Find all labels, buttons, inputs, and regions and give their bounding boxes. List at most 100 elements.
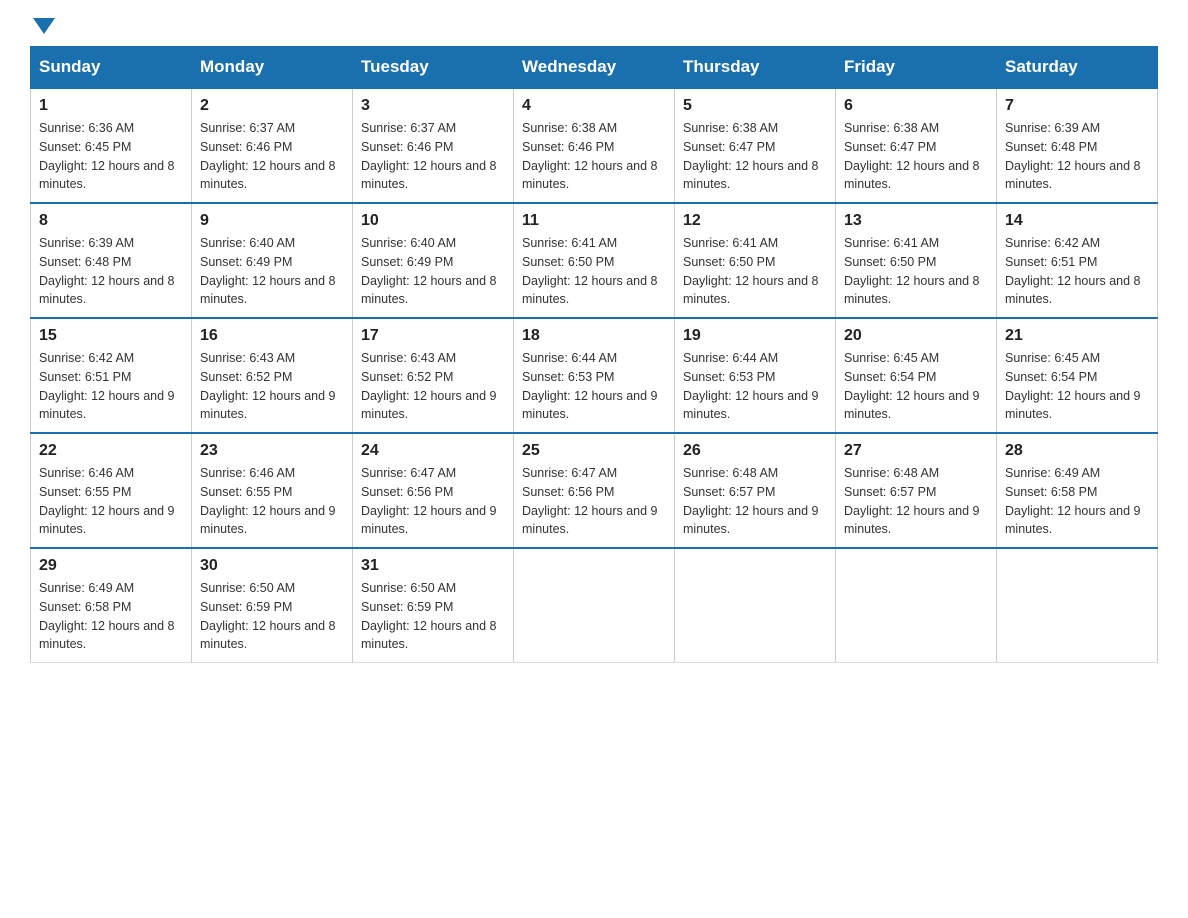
day-number: 12 [683, 212, 827, 230]
day-info: Sunrise: 6:49 AMSunset: 6:58 PMDaylight:… [39, 579, 183, 654]
calendar-day-cell: 3 Sunrise: 6:37 AMSunset: 6:46 PMDaylight… [353, 88, 514, 203]
calendar-day-cell: 23 Sunrise: 6:46 AMSunset: 6:55 PMDayligh… [192, 433, 353, 548]
day-number: 30 [200, 557, 344, 575]
day-info: Sunrise: 6:41 AMSunset: 6:50 PMDaylight:… [844, 234, 988, 309]
day-info: Sunrise: 6:38 AMSunset: 6:47 PMDaylight:… [844, 119, 988, 194]
day-number: 19 [683, 327, 827, 345]
day-info: Sunrise: 6:43 AMSunset: 6:52 PMDaylight:… [200, 349, 344, 424]
day-number: 22 [39, 442, 183, 460]
calendar-day-cell [675, 548, 836, 663]
calendar-day-cell: 8 Sunrise: 6:39 AMSunset: 6:48 PMDaylight… [31, 203, 192, 318]
calendar-day-cell: 30 Sunrise: 6:50 AMSunset: 6:59 PMDayligh… [192, 548, 353, 663]
day-of-week-header: Tuesday [353, 47, 514, 89]
day-info: Sunrise: 6:42 AMSunset: 6:51 PMDaylight:… [1005, 234, 1149, 309]
calendar-header: SundayMondayTuesdayWednesdayThursdayFrid… [31, 47, 1158, 89]
day-number: 6 [844, 97, 988, 115]
day-number: 28 [1005, 442, 1149, 460]
day-number: 15 [39, 327, 183, 345]
day-info: Sunrise: 6:40 AMSunset: 6:49 PMDaylight:… [361, 234, 505, 309]
day-number: 27 [844, 442, 988, 460]
day-number: 18 [522, 327, 666, 345]
calendar-day-cell: 2 Sunrise: 6:37 AMSunset: 6:46 PMDaylight… [192, 88, 353, 203]
calendar-day-cell: 4 Sunrise: 6:38 AMSunset: 6:46 PMDaylight… [514, 88, 675, 203]
logo-line1 [30, 20, 55, 36]
day-number: 20 [844, 327, 988, 345]
day-info: Sunrise: 6:39 AMSunset: 6:48 PMDaylight:… [39, 234, 183, 309]
day-number: 31 [361, 557, 505, 575]
calendar-day-cell: 14 Sunrise: 6:42 AMSunset: 6:51 PMDayligh… [997, 203, 1158, 318]
calendar-day-cell: 1Sunrise: 6:36 AMSunset: 6:45 PMDaylight… [31, 88, 192, 203]
day-of-week-header: Saturday [997, 47, 1158, 89]
day-number: 11 [522, 212, 666, 230]
day-info: Sunrise: 6:49 AMSunset: 6:58 PMDaylight:… [1005, 464, 1149, 539]
calendar-day-cell: 28 Sunrise: 6:49 AMSunset: 6:58 PMDayligh… [997, 433, 1158, 548]
day-info: Sunrise: 6:47 AMSunset: 6:56 PMDaylight:… [361, 464, 505, 539]
calendar-day-cell: 5 Sunrise: 6:38 AMSunset: 6:47 PMDaylight… [675, 88, 836, 203]
day-info: Sunrise: 6:44 AMSunset: 6:53 PMDaylight:… [522, 349, 666, 424]
day-info: Sunrise: 6:37 AMSunset: 6:46 PMDaylight:… [361, 119, 505, 194]
day-number: 23 [200, 442, 344, 460]
calendar-day-cell: 15 Sunrise: 6:42 AMSunset: 6:51 PMDayligh… [31, 318, 192, 433]
day-info: Sunrise: 6:42 AMSunset: 6:51 PMDaylight:… [39, 349, 183, 424]
day-number: 1 [39, 97, 183, 115]
calendar-day-cell: 31Sunrise: 6:50 AMSunset: 6:59 PMDayligh… [353, 548, 514, 663]
day-info: Sunrise: 6:39 AMSunset: 6:48 PMDaylight:… [1005, 119, 1149, 194]
calendar-day-cell: 19 Sunrise: 6:44 AMSunset: 6:53 PMDayligh… [675, 318, 836, 433]
day-of-week-header: Sunday [31, 47, 192, 89]
day-info: Sunrise: 6:48 AMSunset: 6:57 PMDaylight:… [844, 464, 988, 539]
day-info: Sunrise: 6:45 AMSunset: 6:54 PMDaylight:… [1005, 349, 1149, 424]
calendar-day-cell [514, 548, 675, 663]
day-info: Sunrise: 6:38 AMSunset: 6:46 PMDaylight:… [522, 119, 666, 194]
day-number: 8 [39, 212, 183, 230]
calendar-day-cell: 22 Sunrise: 6:46 AMSunset: 6:55 PMDayligh… [31, 433, 192, 548]
page-header [30, 20, 1158, 36]
day-of-week-header: Thursday [675, 47, 836, 89]
day-info: Sunrise: 6:37 AMSunset: 6:46 PMDaylight:… [200, 119, 344, 194]
calendar-day-cell: 16Sunrise: 6:43 AMSunset: 6:52 PMDayligh… [192, 318, 353, 433]
day-number: 25 [522, 442, 666, 460]
calendar-day-cell: 26Sunrise: 6:48 AMSunset: 6:57 PMDayligh… [675, 433, 836, 548]
day-number: 13 [844, 212, 988, 230]
calendar-day-cell: 10 Sunrise: 6:40 AMSunset: 6:49 PMDayligh… [353, 203, 514, 318]
day-of-week-header: Monday [192, 47, 353, 89]
calendar-day-cell [836, 548, 997, 663]
day-info: Sunrise: 6:50 AMSunset: 6:59 PMDaylight:… [200, 579, 344, 654]
day-info: Sunrise: 6:47 AMSunset: 6:56 PMDaylight:… [522, 464, 666, 539]
calendar-week-row: 15 Sunrise: 6:42 AMSunset: 6:51 PMDayligh… [31, 318, 1158, 433]
calendar-day-cell: 9Sunrise: 6:40 AMSunset: 6:49 PMDaylight… [192, 203, 353, 318]
day-of-week-header: Friday [836, 47, 997, 89]
day-info: Sunrise: 6:43 AMSunset: 6:52 PMDaylight:… [361, 349, 505, 424]
day-number: 2 [200, 97, 344, 115]
calendar-day-cell: 13 Sunrise: 6:41 AMSunset: 6:50 PMDayligh… [836, 203, 997, 318]
day-header-row: SundayMondayTuesdayWednesdayThursdayFrid… [31, 47, 1158, 89]
day-number: 5 [683, 97, 827, 115]
calendar-day-cell: 24 Sunrise: 6:47 AMSunset: 6:56 PMDayligh… [353, 433, 514, 548]
logo-triangle-icon [33, 18, 55, 34]
calendar-day-cell: 17 Sunrise: 6:43 AMSunset: 6:52 PMDayligh… [353, 318, 514, 433]
day-info: Sunrise: 6:38 AMSunset: 6:47 PMDaylight:… [683, 119, 827, 194]
day-number: 29 [39, 557, 183, 575]
calendar-day-cell: 18 Sunrise: 6:44 AMSunset: 6:53 PMDayligh… [514, 318, 675, 433]
day-number: 17 [361, 327, 505, 345]
calendar-day-cell: 29 Sunrise: 6:49 AMSunset: 6:58 PMDayligh… [31, 548, 192, 663]
calendar-table: SundayMondayTuesdayWednesdayThursdayFrid… [30, 46, 1158, 663]
day-info: Sunrise: 6:40 AMSunset: 6:49 PMDaylight:… [200, 234, 344, 309]
day-number: 21 [1005, 327, 1149, 345]
calendar-week-row: 22 Sunrise: 6:46 AMSunset: 6:55 PMDayligh… [31, 433, 1158, 548]
day-info: Sunrise: 6:48 AMSunset: 6:57 PMDaylight:… [683, 464, 827, 539]
day-number: 3 [361, 97, 505, 115]
day-number: 14 [1005, 212, 1149, 230]
calendar-week-row: 29 Sunrise: 6:49 AMSunset: 6:58 PMDayligh… [31, 548, 1158, 663]
calendar-day-cell: 7Sunrise: 6:39 AMSunset: 6:48 PMDaylight… [997, 88, 1158, 203]
day-info: Sunrise: 6:41 AMSunset: 6:50 PMDaylight:… [683, 234, 827, 309]
calendar-day-cell [997, 548, 1158, 663]
calendar-week-row: 1Sunrise: 6:36 AMSunset: 6:45 PMDaylight… [31, 88, 1158, 203]
day-info: Sunrise: 6:46 AMSunset: 6:55 PMDaylight:… [200, 464, 344, 539]
day-number: 10 [361, 212, 505, 230]
day-info: Sunrise: 6:44 AMSunset: 6:53 PMDaylight:… [683, 349, 827, 424]
calendar-day-cell: 21 Sunrise: 6:45 AMSunset: 6:54 PMDayligh… [997, 318, 1158, 433]
day-info: Sunrise: 6:46 AMSunset: 6:55 PMDaylight:… [39, 464, 183, 539]
day-number: 24 [361, 442, 505, 460]
day-number: 4 [522, 97, 666, 115]
day-of-week-header: Wednesday [514, 47, 675, 89]
